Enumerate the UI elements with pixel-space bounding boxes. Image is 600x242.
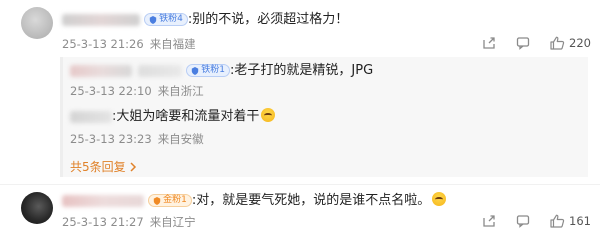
author-name[interactable] <box>62 13 140 26</box>
like-icon <box>550 214 565 228</box>
comment-body: 铁粉4 :别的不说，必须超过格力！ <box>62 11 348 29</box>
author-name[interactable] <box>62 194 144 207</box>
reply-text: :老子打的就是精锐，JPG <box>230 63 374 78</box>
fan-badge[interactable]: 铁粉4 <box>144 13 188 26</box>
comment-meta: 25-3-13 21:27 来自辽宁 <box>62 214 196 230</box>
comment-icon <box>516 215 530 228</box>
reply-body: 铁粉1 :老子打的就是精锐，JPG <box>70 62 373 80</box>
like-count: 161 <box>569 214 591 228</box>
more-replies-link[interactable]: 共5条回复 <box>70 158 137 175</box>
fan-badge[interactable]: 金粉1 <box>148 194 192 207</box>
comment-actions: 220 <box>462 36 591 50</box>
replies-bar <box>60 57 63 177</box>
shield-icon <box>153 196 161 205</box>
reply-author-name-extra <box>138 64 183 77</box>
badge-label: 铁粉1 <box>201 65 226 75</box>
comment-meta: 25-3-13 21:26 来自福建 <box>62 36 196 52</box>
comment-icon <box>516 37 530 50</box>
divider <box>0 184 600 185</box>
badge-label: 金粉1 <box>163 195 187 205</box>
comment-button[interactable] <box>516 36 530 50</box>
location: 来自福建 <box>149 37 196 51</box>
timestamp: 25-3-13 21:27 <box>62 215 144 229</box>
smile-emoji-icon <box>432 192 447 206</box>
avatar[interactable] <box>21 7 53 39</box>
reply-text: :大姐为啥要和流量对着干 <box>112 109 260 124</box>
reply-author-name[interactable] <box>70 64 132 77</box>
share-button[interactable] <box>482 36 496 50</box>
badge-label: 铁粉4 <box>159 14 183 24</box>
share-button[interactable] <box>482 214 496 228</box>
avatar[interactable] <box>21 192 53 224</box>
comment-body: 金粉1 :对，就是要气死她，说的是谁不点名啦。 <box>62 192 447 210</box>
like-count: 220 <box>569 36 591 50</box>
share-icon <box>483 215 495 227</box>
timestamp: 25-3-13 23:23 <box>70 132 152 146</box>
reply-body: :大姐为啥要和流量对着干 <box>70 108 276 126</box>
location: 来自浙江 <box>157 84 204 98</box>
like-icon <box>550 36 565 50</box>
location: 来自安徽 <box>157 132 204 146</box>
timestamp: 25-3-13 21:26 <box>62 37 144 51</box>
comment-text: :对，就是要气死她，说的是谁不点名啦。 <box>191 193 431 208</box>
more-replies-label: 共5条回复 <box>70 160 126 174</box>
comment-actions: 161 <box>462 214 591 228</box>
shield-icon <box>149 15 157 24</box>
smile-emoji-icon <box>261 108 276 122</box>
reply-meta: 25-3-13 22:10 来自浙江 <box>70 83 204 99</box>
like-button[interactable]: 220 <box>550 36 591 50</box>
reply-author-name[interactable] <box>70 110 112 123</box>
timestamp: 25-3-13 22:10 <box>70 84 152 98</box>
reply-meta: 25-3-13 23:23 来自安徽 <box>70 131 204 147</box>
like-button[interactable]: 161 <box>550 214 591 228</box>
location: 来自辽宁 <box>149 215 196 229</box>
share-icon <box>483 37 495 49</box>
comment-button[interactable] <box>516 214 530 228</box>
chevron-right-icon <box>130 162 137 172</box>
comment-text: :别的不说，必须超过格力！ <box>187 12 349 27</box>
shield-icon <box>192 66 199 75</box>
fan-badge[interactable]: 铁粉1 <box>186 64 231 77</box>
